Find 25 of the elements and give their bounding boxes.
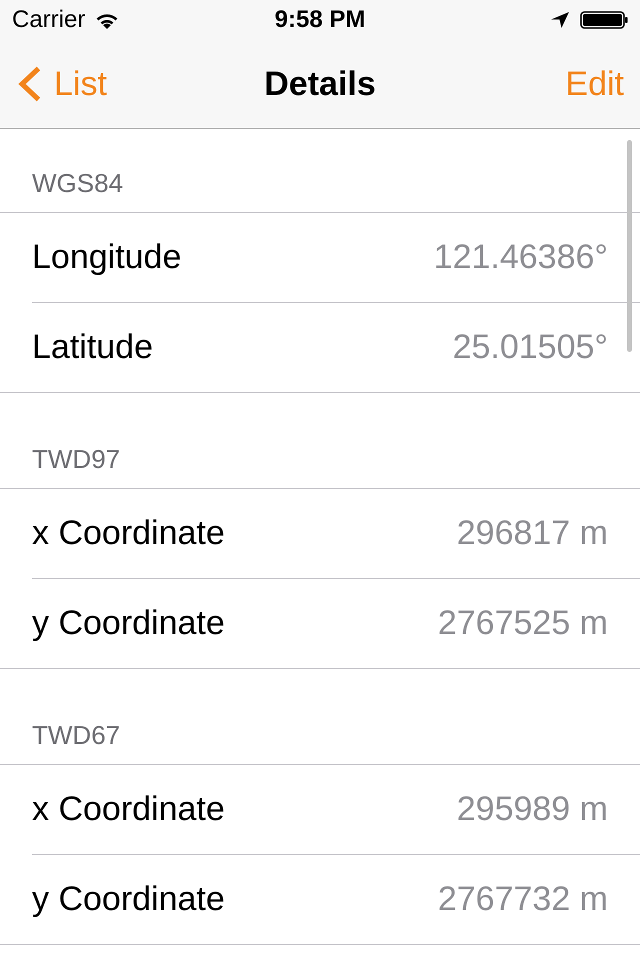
row-label: x Coordinate [32,790,225,829]
wifi-icon [95,12,120,28]
carrier-name: Carrier [12,6,86,34]
nav-title: Details [264,64,376,104]
row-value: 295989 m [456,790,608,829]
edit-button[interactable]: Edit [565,64,640,104]
section-header: TWD97 [32,444,120,474]
location-arrow-icon [550,12,570,28]
row-label: Latitude [32,328,153,367]
row-label: x Coordinate [32,514,225,553]
row-label: y Coordinate [32,880,225,919]
chevron-left-icon [17,66,42,102]
back-label: List [54,64,107,104]
row-label: y Coordinate [32,604,225,643]
row-value: 2767525 m [438,604,608,643]
battery-icon [580,11,628,29]
section-header: WGS84 [32,168,124,198]
row-value: 25.01505° [452,328,608,367]
row-label: Longitude [32,238,182,277]
row-value: 2767732 m [438,880,608,919]
status-time: 9:58 PM [274,6,366,34]
section-header: TWD67 [32,720,120,750]
row-value: 121.46386° [434,238,608,277]
row-value: 296817 m [456,514,608,553]
back-button[interactable]: List [0,64,107,104]
